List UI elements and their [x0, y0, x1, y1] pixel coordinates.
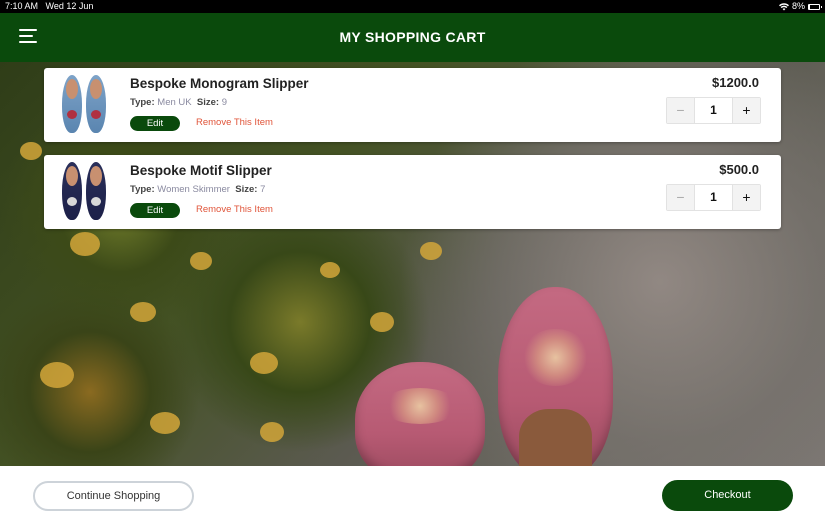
item-price: $1200.0: [712, 75, 759, 90]
slipper-icon: [62, 75, 82, 133]
item-price: $500.0: [719, 162, 759, 177]
status-time-date: 7:10 AM Wed 12 Jun: [5, 0, 93, 13]
battery-icon: [808, 3, 822, 10]
slipper-icon: [86, 75, 106, 133]
status-time: 7:10 AM: [5, 1, 39, 11]
checkout-button[interactable]: Checkout: [662, 480, 793, 511]
battery-percent: 8%: [791, 1, 805, 11]
remove-item-link[interactable]: Remove This Item: [196, 204, 273, 215]
remove-item-link[interactable]: Remove This Item: [196, 117, 273, 128]
product-specs: Type: Men UK Size: 9: [130, 97, 227, 108]
size-label: Size:: [196, 97, 220, 108]
product-name: Bespoke Monogram Slipper: [130, 76, 309, 91]
slipper-icon: [86, 162, 106, 220]
status-date: Wed 12 Jun: [45, 1, 94, 11]
type-label: Type:: [130, 184, 155, 195]
wifi-icon: [778, 2, 789, 10]
decrease-quantity-button[interactable]: −: [667, 185, 695, 210]
cart-item: Bespoke Monogram Slipper Type: Men UK Si…: [44, 68, 781, 142]
increase-quantity-button[interactable]: +: [732, 98, 760, 123]
size-label: Size:: [235, 184, 258, 195]
product-image: [60, 162, 112, 222]
status-bar: 7:10 AM Wed 12 Jun 8%: [0, 0, 825, 13]
edit-button[interactable]: Edit: [130, 203, 180, 218]
type-label: Type:: [130, 97, 155, 108]
status-right: 8%: [778, 0, 822, 13]
decrease-quantity-button[interactable]: −: [667, 98, 695, 123]
bottom-action-bar: Continue Shopping Checkout: [0, 466, 825, 525]
page-title: MY SHOPPING CART: [339, 29, 486, 45]
product-image: [60, 75, 112, 135]
size-value: 9: [221, 97, 228, 108]
quantity-stepper: − 1 +: [666, 97, 761, 124]
slipper-photo-right: [498, 287, 613, 466]
quantity-value: 1: [710, 103, 717, 117]
slipper-icon: [62, 162, 82, 220]
edit-button[interactable]: Edit: [130, 116, 180, 131]
quantity-stepper: − 1 +: [666, 184, 761, 211]
battery-level: [809, 4, 810, 9]
cart-item: Bespoke Motif Slipper Type: Women Skimme…: [44, 155, 781, 229]
app-header: MY SHOPPING CART: [0, 13, 825, 62]
slipper-photo-left: [355, 362, 485, 466]
type-value: Men UK: [157, 97, 192, 108]
product-name: Bespoke Motif Slipper: [130, 163, 272, 178]
type-value: Women Skimmer: [157, 184, 230, 195]
app-screen: 7:10 AM Wed 12 Jun 8% MY SHOPPING CART B…: [0, 0, 825, 525]
quantity-value: 1: [710, 190, 717, 204]
product-specs: Type: Women Skimmer Size: 7: [130, 184, 265, 195]
size-value: 7: [260, 184, 266, 195]
increase-quantity-button[interactable]: +: [732, 185, 760, 210]
continue-shopping-button[interactable]: Continue Shopping: [33, 481, 194, 511]
